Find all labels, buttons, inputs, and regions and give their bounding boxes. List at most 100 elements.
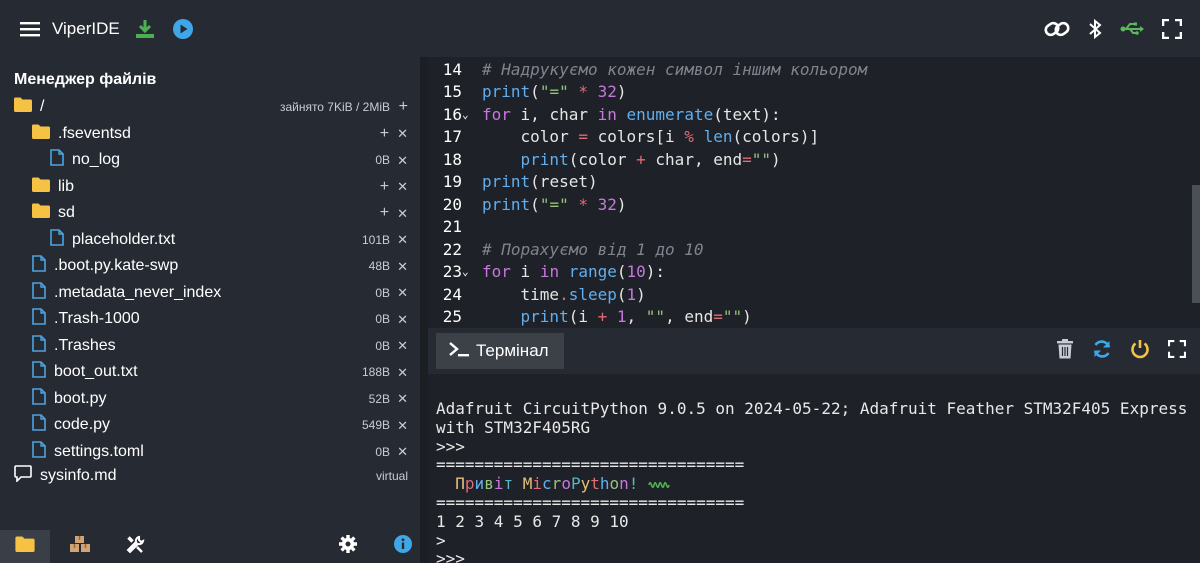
fullscreen-icon[interactable] xyxy=(1162,18,1182,39)
code-text: # Порахуємо від 1 до 10 xyxy=(482,239,704,259)
file-size: 549B xyxy=(361,418,390,433)
delete-icon[interactable]: ✕ xyxy=(397,366,408,379)
delete-icon[interactable]: ✕ xyxy=(397,392,408,405)
code-text: # Надрукуємо кожен символ іншим кольором xyxy=(482,59,868,79)
code-line: 19 print(reset) xyxy=(428,171,1200,194)
delete-icon[interactable]: ✕ xyxy=(397,286,408,299)
refresh-icon[interactable] xyxy=(1092,339,1112,364)
app-title: ViperIDE xyxy=(52,18,120,38)
terminal-line: Adafruit CircuitPython 9.0.5 on 2024-05-… xyxy=(436,399,1188,418)
code-line: 18 print(color + char, end="") xyxy=(428,149,1200,172)
hamburger-menu-icon[interactable] xyxy=(20,21,40,37)
line-number: 25 xyxy=(442,307,462,326)
code-line: 16 ⌄ for i, char in enumerate(text): xyxy=(428,104,1200,127)
folder-icon xyxy=(15,536,35,557)
terminal-line: >>> xyxy=(436,436,465,456)
code-line: 24 time.sleep(1) xyxy=(428,284,1200,307)
tree-folder[interactable]: lib + ✕ xyxy=(0,174,420,201)
delete-icon[interactable]: ✕ xyxy=(397,339,408,352)
delete-icon[interactable]: ✕ xyxy=(397,313,408,326)
snake-icon xyxy=(648,474,670,493)
code-text: time.sleep(1) xyxy=(482,284,646,304)
line-number: 22 xyxy=(442,239,462,259)
line-number: 19 xyxy=(442,172,462,191)
add-icon[interactable]: + xyxy=(399,99,408,115)
boxes-icon xyxy=(69,535,91,558)
terminal-line: ================================ xyxy=(436,493,745,512)
tree-file[interactable]: .Trash-1000 0B ✕ xyxy=(0,306,420,333)
tree-folder[interactable]: sd + ✕ xyxy=(0,200,420,227)
file-size: 0B xyxy=(375,312,390,327)
run-icon[interactable] xyxy=(172,18,194,40)
terminal-fullscreen-icon[interactable] xyxy=(1167,339,1187,363)
file-size: 0B xyxy=(375,285,390,300)
code-text: print("=" * 32) xyxy=(482,194,627,214)
delete-icon[interactable]: ✕ xyxy=(397,207,408,220)
editor-scrollbar[interactable] xyxy=(1192,185,1200,303)
usb-icon[interactable] xyxy=(1120,20,1144,38)
power-icon[interactable] xyxy=(1130,339,1150,364)
tree-file[interactable]: code.py 549B ✕ xyxy=(0,412,420,439)
sidebar-bottom-bar xyxy=(0,530,420,563)
tree-item-label: .boot.py.kate-swp xyxy=(54,257,179,275)
terminal-line: >>> xyxy=(436,549,465,563)
tree-item-label: placeholder.txt xyxy=(72,230,176,248)
trash-icon[interactable] xyxy=(1056,338,1074,364)
add-icon[interactable]: + xyxy=(380,125,389,142)
tree-file[interactable]: .Trashes 0B ✕ xyxy=(0,333,420,360)
download-icon[interactable] xyxy=(134,18,156,40)
folder-icon xyxy=(32,124,50,144)
delete-icon[interactable]: ✕ xyxy=(397,233,408,246)
tree-file[interactable]: placeholder.txt 101B ✕ xyxy=(0,227,420,254)
fold-chevron-icon[interactable]: ⌄ xyxy=(462,104,469,127)
fold-chevron-icon[interactable]: ⌄ xyxy=(462,261,469,284)
code-line: 22 # Порахуємо від 1 до 10 xyxy=(428,239,1200,262)
file-manager-panel: Менеджер файлів / зайнято 7KiB / 2MiB + … xyxy=(0,57,420,530)
file-icon xyxy=(32,414,46,436)
tree-file[interactable]: boot.py 52B ✕ xyxy=(0,386,420,413)
top-bar: ViperIDE xyxy=(0,0,1200,57)
delete-icon[interactable]: ✕ xyxy=(397,419,408,432)
bluetooth-icon[interactable] xyxy=(1088,18,1102,40)
tree-item-label: .Trashes xyxy=(54,336,116,354)
terminal-output[interactable]: Adafruit CircuitPython 9.0.5 on 2024-05-… xyxy=(428,374,1200,563)
gear-icon xyxy=(338,534,358,559)
tab-packages[interactable] xyxy=(55,530,105,563)
tree-folder[interactable]: .fseventsd + ✕ xyxy=(0,121,420,148)
file-icon xyxy=(32,334,46,357)
add-icon[interactable]: + xyxy=(380,205,389,221)
tree-file[interactable]: .metadata_never_index 0B ✕ xyxy=(0,280,420,307)
file-size: 48B xyxy=(368,259,390,274)
code-line: 21 xyxy=(428,216,1200,239)
tree-file[interactable]: no_log 0B ✕ xyxy=(0,147,420,174)
link-icon[interactable] xyxy=(1044,18,1070,40)
tree-file[interactable]: .boot.py.kate-swp 48B ✕ xyxy=(0,253,420,280)
tree-item-label: .fseventsd xyxy=(58,124,131,142)
tab-terminal[interactable]: Термінал xyxy=(436,333,564,369)
panel-separator[interactable] xyxy=(420,57,428,563)
line-number: 23 xyxy=(442,262,462,281)
delete-icon[interactable]: ✕ xyxy=(397,445,408,458)
tree-file[interactable]: boot_out.txt 188B ✕ xyxy=(0,359,420,386)
tree-item-virtual[interactable]: sysinfo.md virtual xyxy=(0,463,420,490)
terminal-icon xyxy=(448,340,470,363)
tab-files[interactable] xyxy=(0,530,50,563)
file-icon xyxy=(32,255,46,277)
tab-tools[interactable] xyxy=(110,530,160,563)
tree-file[interactable]: settings.toml 0B ✕ xyxy=(0,439,420,466)
delete-icon[interactable]: ✕ xyxy=(397,127,408,140)
tree-item-label: code.py xyxy=(54,416,111,434)
delete-icon[interactable]: ✕ xyxy=(397,180,408,193)
code-line: 17 color = colors[i % len(colors)] xyxy=(428,126,1200,149)
line-number: 14 xyxy=(442,59,462,79)
file-size: 188B xyxy=(361,365,390,380)
code-text: color = colors[i % len(colors)] xyxy=(482,127,820,146)
add-icon[interactable]: + xyxy=(380,178,389,195)
tree-root[interactable]: / зайнято 7KiB / 2MiB + xyxy=(0,94,420,121)
code-editor[interactable]: 14 # Надрукуємо кожен символ іншим кольор… xyxy=(428,57,1200,328)
settings-button[interactable] xyxy=(323,530,373,563)
line-number: 15 xyxy=(442,82,462,101)
delete-icon[interactable]: ✕ xyxy=(397,154,408,167)
delete-icon[interactable]: ✕ xyxy=(397,260,408,273)
terminal-colored-line: Привіт MicroPython! xyxy=(436,474,670,494)
